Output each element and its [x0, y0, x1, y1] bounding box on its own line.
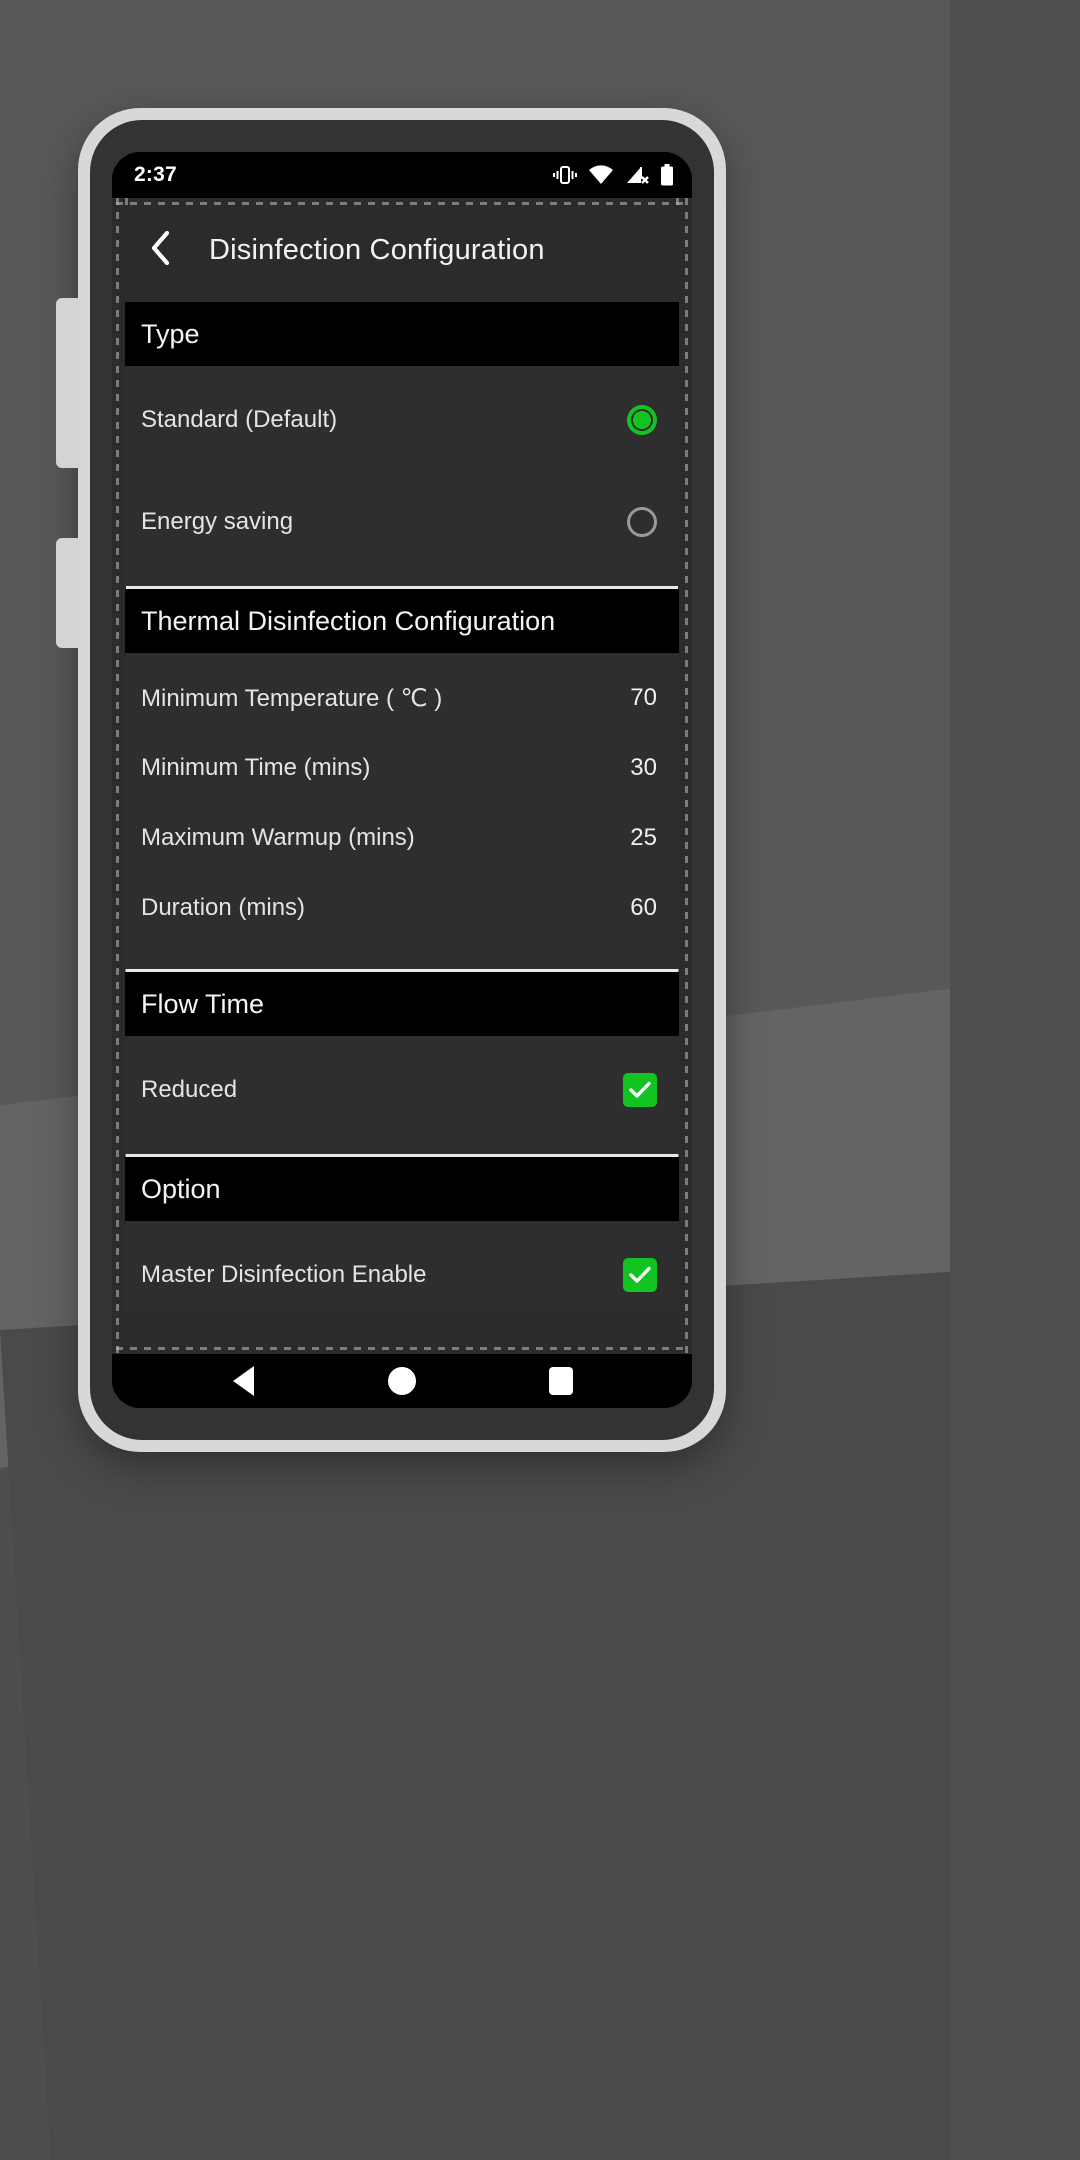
row-duration[interactable]: Duration (mins) 60 [125, 873, 679, 943]
volume-button[interactable] [56, 298, 80, 468]
row-label: Reduced [141, 1076, 238, 1103]
row-energy-saving[interactable]: Energy saving [125, 484, 679, 560]
layout-bounds-left [116, 198, 119, 1354]
status-bar-icons [553, 164, 674, 186]
section-body-option: Master Disinfection Enable [125, 1221, 679, 1313]
row-label: Minimum Temperature ( ℃ ) [141, 684, 443, 712]
nav-back-button[interactable] [213, 1357, 273, 1405]
row-spacer [125, 1221, 679, 1237]
phone-screen: 2:37 Disinfection Configuration Type Sta… [112, 152, 692, 1408]
section-flow-time: Flow Time Reduced [125, 969, 679, 1154]
row-value: 30 [630, 754, 657, 781]
back-triangle-icon [232, 1366, 254, 1396]
row-label: Maximum Warmup (mins) [141, 824, 415, 851]
row-spacer [125, 653, 679, 663]
section-header-thermal: Thermal Disinfection Configuration [125, 589, 679, 653]
section-header-option: Option [125, 1157, 679, 1221]
home-circle-icon [387, 1367, 416, 1395]
cellular-no-sim-icon [625, 165, 649, 185]
row-value: 60 [630, 894, 657, 921]
section-option: Option Master Disinfection Enable [125, 1154, 679, 1313]
radio-energy-saving[interactable] [627, 507, 657, 537]
row-reduced[interactable]: Reduced [125, 1052, 679, 1128]
row-label: Energy saving [141, 508, 294, 535]
row-minimum-temperature[interactable]: Minimum Temperature ( ℃ ) 70 [125, 663, 679, 733]
page-title: Disinfection Configuration [209, 233, 545, 266]
check-icon [629, 1081, 651, 1099]
row-spacer [125, 1036, 679, 1052]
system-navigation-bar [112, 1354, 692, 1408]
background-right-strip [950, 0, 1080, 2160]
power-button[interactable] [56, 538, 80, 648]
wifi-icon [588, 165, 614, 185]
phone-bezel: 2:37 Disinfection Configuration Type Sta… [90, 120, 714, 1440]
row-label: Standard (Default) [141, 406, 338, 433]
status-bar-clock: 2:37 [134, 163, 177, 186]
row-standard-default[interactable]: Standard (Default) [125, 382, 679, 458]
row-minimum-time[interactable]: Minimum Time (mins) 30 [125, 733, 679, 803]
row-label: Minimum Time (mins) [141, 754, 371, 781]
nav-recents-button[interactable] [531, 1357, 591, 1405]
checkbox-master-disinfection-enable[interactable] [623, 1258, 657, 1292]
section-title: Type [141, 318, 200, 349]
back-button[interactable] [133, 223, 187, 277]
row-value: 25 [630, 824, 657, 851]
nav-home-button[interactable] [372, 1357, 432, 1405]
status-bar: 2:37 [112, 152, 692, 198]
battery-icon [660, 164, 674, 186]
layout-bounds-right [685, 198, 688, 1354]
section-body-type: Standard (Default) Energy saving [125, 366, 679, 586]
section-title: Thermal Disinfection Configuration [141, 605, 556, 636]
section-type: Type Standard (Default) Energy saving [125, 302, 679, 586]
section-body-thermal: Minimum Temperature ( ℃ ) 70 Minimum Tim… [125, 653, 679, 969]
section-header-type: Type [125, 302, 679, 366]
row-spacer [125, 458, 679, 484]
checkbox-reduced[interactable] [623, 1073, 657, 1107]
phone-device: 2:37 Disinfection Configuration Type Sta… [56, 108, 726, 1452]
app-content-area: Disinfection Configuration Type Standard… [112, 198, 692, 1408]
section-header-flow-time: Flow Time [125, 972, 679, 1036]
row-master-disinfection-enable[interactable]: Master Disinfection Enable [125, 1237, 679, 1313]
chevron-left-icon [149, 230, 171, 271]
row-spacer [125, 943, 679, 969]
toolbar-spacer [125, 289, 679, 302]
row-spacer [125, 366, 679, 382]
row-label: Duration (mins) [141, 894, 306, 921]
vibrate-icon [553, 164, 577, 186]
layout-bounds-bottom [116, 1347, 688, 1350]
row-spacer [125, 560, 679, 586]
check-icon [629, 1266, 651, 1284]
row-maximum-warmup[interactable]: Maximum Warmup (mins) 25 [125, 803, 679, 873]
row-spacer [125, 1128, 679, 1154]
app-toolbar: Disinfection Configuration [125, 211, 679, 289]
settings-scroll-container[interactable]: Disinfection Configuration Type Standard… [125, 198, 679, 1408]
row-value: 70 [630, 684, 657, 711]
section-title: Flow Time [141, 988, 265, 1019]
recents-square-icon [548, 1367, 573, 1395]
section-title: Option [141, 1173, 221, 1204]
desk-backdrop: 2:37 Disinfection Configuration Type Sta… [0, 0, 1080, 2160]
section-thermal: Thermal Disinfection Configuration Minim… [125, 586, 679, 969]
row-label: Master Disinfection Enable [141, 1261, 427, 1288]
section-body-flow-time: Reduced [125, 1036, 679, 1154]
radio-standard-default[interactable] [627, 405, 657, 435]
